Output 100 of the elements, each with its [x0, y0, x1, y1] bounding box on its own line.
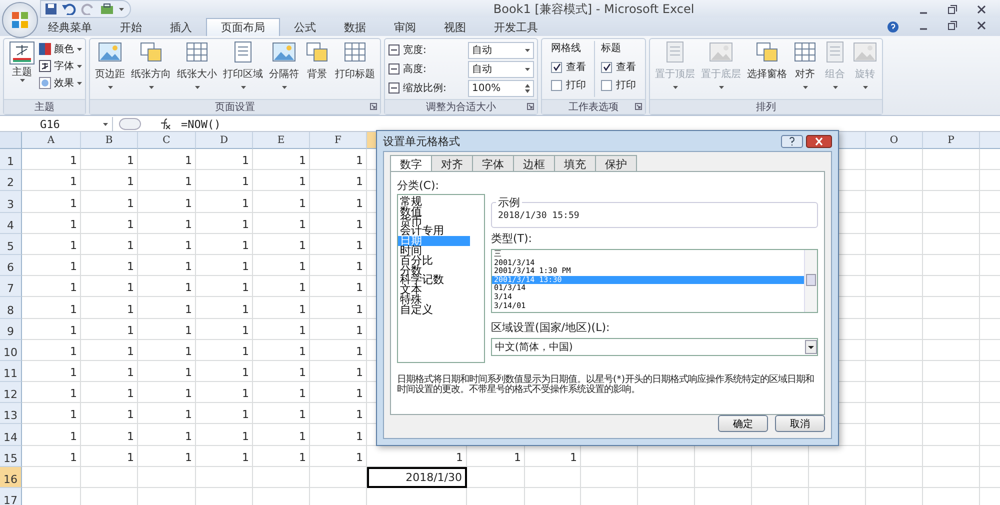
spinner-field[interactable]: 100%: [468, 80, 534, 96]
category-item[interactable]: 常规: [398, 197, 470, 207]
checkbox-label[interactable]: 打印: [566, 78, 586, 92]
empty-cell: [866, 318, 923, 340]
ribbon-tab[interactable]: 视图: [430, 19, 480, 36]
column-header[interactable]: P: [923, 132, 980, 149]
toolbox-icon[interactable]: [100, 3, 114, 15]
category-item[interactable]: 自定义: [398, 304, 470, 315]
ribbon-button[interactable]: 打印区域: [221, 41, 265, 97]
ribbon-tab[interactable]: 数据: [330, 19, 380, 36]
row-header[interactable]: 6: [0, 254, 22, 276]
ribbon-tab[interactable]: 页面布局: [206, 18, 280, 36]
table-cell: 1: [253, 403, 310, 424]
dialog-tab[interactable]: 数字: [390, 155, 432, 172]
ribbon-button[interactable]: 背景: [303, 41, 331, 97]
row-header[interactable]: 4: [0, 212, 22, 234]
category-item[interactable]: 会计专用: [398, 226, 470, 236]
row-header[interactable]: 1: [0, 149, 22, 170]
dialog-tab[interactable]: 保护: [595, 155, 637, 172]
dialog-launcher-icon[interactable]: [370, 103, 377, 110]
ribbon-tab[interactable]: 经典菜单: [34, 19, 106, 36]
checkbox[interactable]: [601, 80, 612, 90]
column-header[interactable]: E: [253, 132, 310, 149]
checkbox-label[interactable]: 打印: [616, 78, 636, 92]
close-icon[interactable]: [977, 21, 986, 30]
checkbox[interactable]: [551, 62, 562, 72]
dialog-tab[interactable]: 对齐: [431, 155, 473, 172]
category-item[interactable]: 数值: [398, 206, 470, 217]
cancel-button[interactable]: 取消: [775, 415, 825, 432]
row-header[interactable]: 10: [0, 340, 22, 361]
category-item[interactable]: 科学记数: [398, 275, 470, 286]
restore-icon[interactable]: [948, 21, 957, 30]
row-header[interactable]: 13: [0, 403, 22, 424]
formula-text[interactable]: =NOW(): [181, 118, 221, 130]
ribbon-tab[interactable]: 开发工具: [480, 19, 552, 36]
help-icon[interactable]: [781, 134, 803, 148]
theme-option-button[interactable]: 效果: [39, 75, 82, 91]
themes-button[interactable]: 主题: [7, 41, 37, 97]
dialog-launcher-icon[interactable]: [635, 103, 642, 110]
category-item[interactable]: 时间: [398, 246, 470, 256]
ribbon-button[interactable]: 分隔符: [267, 41, 301, 97]
undo-icon[interactable]: [62, 3, 76, 15]
column-header[interactable]: D: [196, 132, 253, 149]
checkbox[interactable]: [601, 62, 612, 72]
checkbox-label[interactable]: 查看: [616, 60, 636, 74]
ok-button[interactable]: 确定: [718, 415, 768, 432]
ribbon-button[interactable]: 选择窗格: [745, 41, 789, 97]
dialog-launcher-icon[interactable]: [527, 103, 534, 110]
close-icon[interactable]: [806, 134, 832, 148]
checkbox[interactable]: [551, 80, 562, 90]
column-header[interactable]: O: [866, 132, 923, 149]
category-item[interactable]: 文本: [398, 285, 470, 295]
function-icon[interactable]: [159, 118, 171, 130]
selected-cell[interactable]: 2018/1/30: [367, 466, 467, 488]
ribbon-button[interactable]: 纸张大小: [175, 41, 219, 97]
dialog-tab[interactable]: 填充: [554, 155, 596, 172]
save-icon[interactable]: [45, 3, 57, 15]
row-header[interactable]: 7: [0, 276, 22, 298]
row-header[interactable]: 12: [0, 382, 22, 404]
theme-option-button[interactable]: 字体: [39, 58, 82, 74]
ribbon-button[interactable]: 对齐: [791, 41, 819, 97]
ribbon-button[interactable]: 页边距: [93, 41, 127, 97]
ribbon-tab[interactable]: 公式: [280, 19, 330, 36]
category-item[interactable]: 货币: [398, 216, 470, 226]
dialog-tab[interactable]: 边框: [513, 155, 555, 172]
locale-dropdown[interactable]: 中文(简体，中国): [491, 338, 818, 356]
row-header[interactable]: 5: [0, 234, 22, 255]
checkbox-label[interactable]: 查看: [566, 60, 586, 74]
ribbon-tab[interactable]: 审阅: [380, 19, 430, 36]
dropdown-caret-icon: [525, 48, 530, 52]
theme-option-button[interactable]: 颜色: [39, 41, 82, 57]
dropdown-field[interactable]: 自动: [468, 42, 534, 58]
row-header[interactable]: 9: [0, 318, 22, 340]
row-header[interactable]: 11: [0, 360, 22, 382]
close-icon[interactable]: [976, 4, 986, 14]
dropdown-field[interactable]: 自动: [468, 60, 534, 78]
row-header[interactable]: 8: [0, 297, 22, 318]
column-header[interactable]: C: [138, 132, 196, 149]
row-header[interactable]: 17: [0, 488, 22, 505]
name-box[interactable]: G16: [0, 117, 113, 131]
scrollbar[interactable]: [804, 250, 817, 312]
row-header[interactable]: 2: [0, 170, 22, 192]
category-item[interactable]: 分数: [398, 266, 470, 276]
dialog-tab[interactable]: 字体: [472, 155, 514, 172]
row-header[interactable]: 16: [0, 466, 22, 488]
ribbon-tab[interactable]: 插入: [156, 19, 206, 36]
category-item[interactable]: 特殊: [398, 294, 470, 305]
restore-icon[interactable]: [948, 4, 957, 14]
help-icon[interactable]: [887, 21, 899, 33]
category-item[interactable]: 百分比: [398, 256, 470, 266]
ribbon-button[interactable]: 打印标题: [333, 41, 377, 97]
row-header[interactable]: 15: [0, 446, 22, 467]
column-header[interactable]: B: [81, 132, 138, 149]
row-header[interactable]: 3: [0, 191, 22, 213]
column-header[interactable]: F: [310, 132, 367, 149]
row-header[interactable]: 14: [0, 424, 22, 446]
ribbon-button[interactable]: 纸张方向: [129, 41, 173, 97]
column-header[interactable]: A: [22, 132, 81, 149]
ribbon-tab[interactable]: 开始: [106, 19, 156, 36]
table-cell: 1: [138, 403, 196, 424]
